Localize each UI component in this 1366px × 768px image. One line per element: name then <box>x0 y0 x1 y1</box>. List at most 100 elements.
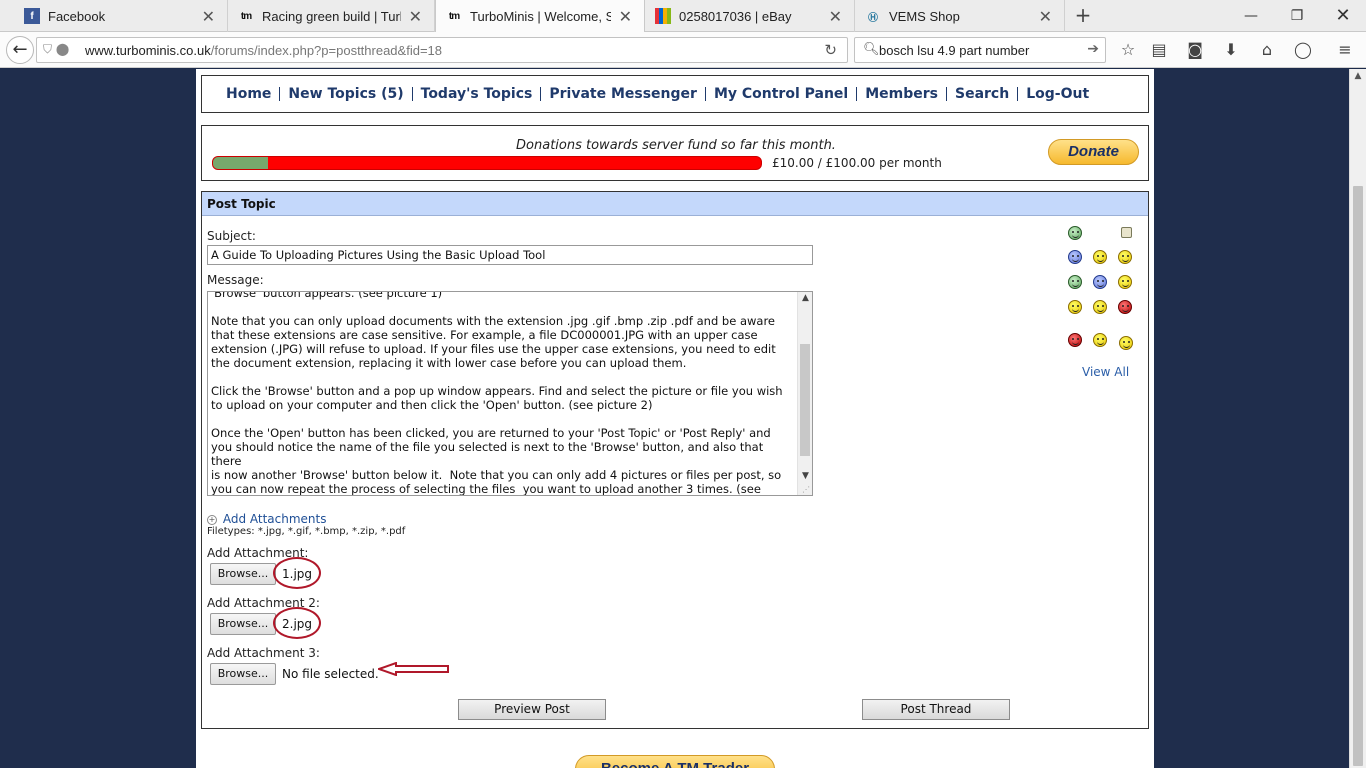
hamburger-menu-icon[interactable]: ≡ <box>1334 40 1356 62</box>
add-attachments-row: + Add Attachments <box>207 512 326 526</box>
tab-racing-green[interactable]: tm Racing green build | Turb... ✕ <box>228 0 435 32</box>
site-info-icon[interactable]: ⛉ ⬤ <box>43 42 69 57</box>
expand-icon[interactable]: + <box>207 515 217 525</box>
smiley-icon[interactable] <box>1118 275 1132 289</box>
minimize-icon[interactable]: — <box>1228 0 1274 32</box>
tab-turbominis-active[interactable]: tm TurboMinis | Welcome, Sp... ✕ <box>435 0 645 33</box>
ebay-icon <box>655 8 671 24</box>
add-attachments-link[interactable]: Add Attachments <box>223 512 327 526</box>
become-trader-button[interactable]: Become A TM Trader <box>575 755 775 768</box>
home-icon[interactable]: ⌂ <box>1256 40 1278 62</box>
menu-todays-topics[interactable]: Today's Topics <box>411 87 541 101</box>
filetypes-note: Filetypes: *.jpg, *.gif, *.bmp, *.zip, *… <box>207 526 406 537</box>
page-viewport: Home New Topics (5) Today's Topics Priva… <box>0 69 1349 768</box>
smiley-icon[interactable] <box>1068 275 1082 289</box>
close-tab-icon[interactable]: ✕ <box>409 7 422 26</box>
tab-title: Facebook <box>48 8 106 24</box>
menu-home[interactable]: Home <box>220 87 279 101</box>
tab-title: VEMS Shop <box>889 8 960 24</box>
scrollbar-thumb[interactable] <box>1353 186 1363 766</box>
smiley-icon[interactable] <box>1093 333 1107 347</box>
donations-message-row: Donations towards server fund so far thi… <box>197 138 1155 153</box>
menu-private-messenger[interactable]: Private Messenger <box>540 87 705 101</box>
bookmark-star-icon[interactable]: ☆ <box>1117 40 1139 62</box>
scroll-up-icon[interactable]: ▲ <box>798 293 812 303</box>
close-tab-icon[interactable]: ✕ <box>202 7 215 26</box>
page-scrollbar[interactable]: ▲ <box>1349 69 1366 768</box>
annotation-circle <box>273 607 321 639</box>
close-window-icon[interactable]: ✕ <box>1320 0 1366 32</box>
menu-control-panel[interactable]: My Control Panel <box>704 87 856 101</box>
smiley-icon[interactable] <box>1118 300 1132 314</box>
donations-panel: Donations towards server fund so far thi… <box>201 125 1149 181</box>
message-label: Message: <box>207 273 264 287</box>
donations-message: Donations towards server fund so far thi… <box>516 138 836 153</box>
facebook-icon: f <box>24 8 40 24</box>
search-go-icon[interactable]: ➔ <box>1087 41 1099 57</box>
post-topic-panel: Post Topic Subject: Message: 'Browse' bu… <box>201 191 1149 729</box>
turbominis-icon: tm <box>448 11 460 22</box>
scroll-down-icon[interactable]: ▼ <box>798 471 812 481</box>
tab-title: TurboMinis | Welcome, Sp... <box>470 9 611 24</box>
search-bar[interactable]: 🔍︎ ➔ <box>854 37 1106 63</box>
attachment-3-filename: No file selected. <box>282 667 379 681</box>
forum-content: Home New Topics (5) Today's Topics Priva… <box>196 69 1154 768</box>
smiley-icon[interactable] <box>1119 336 1133 350</box>
message-textarea[interactable]: 'Browse' button appears. (see picture 1)… <box>207 291 813 496</box>
donations-progress-fill <box>213 157 268 169</box>
smiley-icon[interactable] <box>1093 300 1107 314</box>
subject-input[interactable] <box>207 245 813 265</box>
scroll-up-icon[interactable]: ▲ <box>1350 71 1366 81</box>
close-tab-icon[interactable]: ✕ <box>619 7 632 26</box>
smiley-icon[interactable] <box>1068 333 1082 347</box>
restore-icon[interactable]: ❐ <box>1274 0 1320 32</box>
smiley-icon[interactable] <box>1093 275 1107 289</box>
annotation-circle <box>273 557 321 589</box>
tab-vems[interactable]: Ⓗ VEMS Shop ✕ <box>855 0 1065 32</box>
view-all-smileys-link[interactable]: View All <box>1082 365 1129 379</box>
resize-grip-icon[interactable]: ⋰ <box>802 485 810 494</box>
reload-icon[interactable]: ↻ <box>824 41 837 59</box>
close-tab-icon[interactable]: ✕ <box>829 7 842 26</box>
tab-ebay[interactable]: 0258017036 | eBay ✕ <box>645 0 855 32</box>
menu-search[interactable]: Search <box>946 87 1017 101</box>
download-icon[interactable]: ⬇ <box>1220 40 1242 62</box>
smiley-icon[interactable] <box>1068 226 1082 240</box>
smiley-icon[interactable] <box>1118 250 1132 264</box>
smiley-icon[interactable] <box>1068 300 1082 314</box>
reading-list-icon[interactable]: ▤ <box>1148 40 1170 62</box>
chat-icon[interactable]: ◯ <box>1292 40 1314 62</box>
tab-bar: f Facebook ✕ tm Racing green build | Tur… <box>0 0 1366 33</box>
attachment-3-label: Add Attachment 3: <box>207 646 320 660</box>
scrollbar-thumb[interactable] <box>800 344 810 456</box>
tab-facebook[interactable]: f Facebook ✕ <box>14 0 228 32</box>
turbominis-icon: tm <box>240 10 252 22</box>
tab-title: Racing green build | Turb... <box>262 8 401 24</box>
message-scrollbar[interactable]: ▲ ▼ <box>797 292 812 495</box>
browse-button-3[interactable]: Browse... <box>210 663 276 685</box>
vems-icon: Ⓗ <box>868 12 878 24</box>
preview-post-button[interactable]: Preview Post <box>458 699 606 720</box>
search-input[interactable] <box>879 41 1079 59</box>
donate-button[interactable]: Donate <box>1048 139 1139 165</box>
subject-label: Subject: <box>207 229 256 243</box>
menu-members[interactable]: Members <box>856 87 946 101</box>
smiley-icon[interactable] <box>1068 250 1082 264</box>
browse-button-2[interactable]: Browse... <box>210 613 276 635</box>
post-topic-header: Post Topic <box>202 192 1148 216</box>
smiley-icon[interactable] <box>1093 250 1107 264</box>
pocket-icon[interactable]: ◙ <box>1184 40 1206 62</box>
annotation-arrow-icon <box>378 662 449 676</box>
menu-new-topics[interactable]: New Topics (5) <box>279 87 411 101</box>
message-text[interactable]: 'Browse' button appears. (see picture 1)… <box>211 292 793 495</box>
menu-logout[interactable]: Log-Out <box>1017 87 1097 101</box>
close-tab-icon[interactable]: ✕ <box>1039 7 1052 26</box>
post-thread-button[interactable]: Post Thread <box>862 699 1010 720</box>
url-bar[interactable]: ⛉ ⬤ www.turbominis.co.uk/forums/index.ph… <box>36 37 848 63</box>
browse-button-1[interactable]: Browse... <box>210 563 276 585</box>
new-tab-icon[interactable]: + <box>1072 4 1094 26</box>
donations-progress-bar <box>212 156 762 170</box>
back-arrow-icon[interactable]: ← <box>6 36 34 64</box>
tab-title: 0258017036 | eBay <box>679 8 792 24</box>
smiley-icon[interactable] <box>1121 227 1132 238</box>
